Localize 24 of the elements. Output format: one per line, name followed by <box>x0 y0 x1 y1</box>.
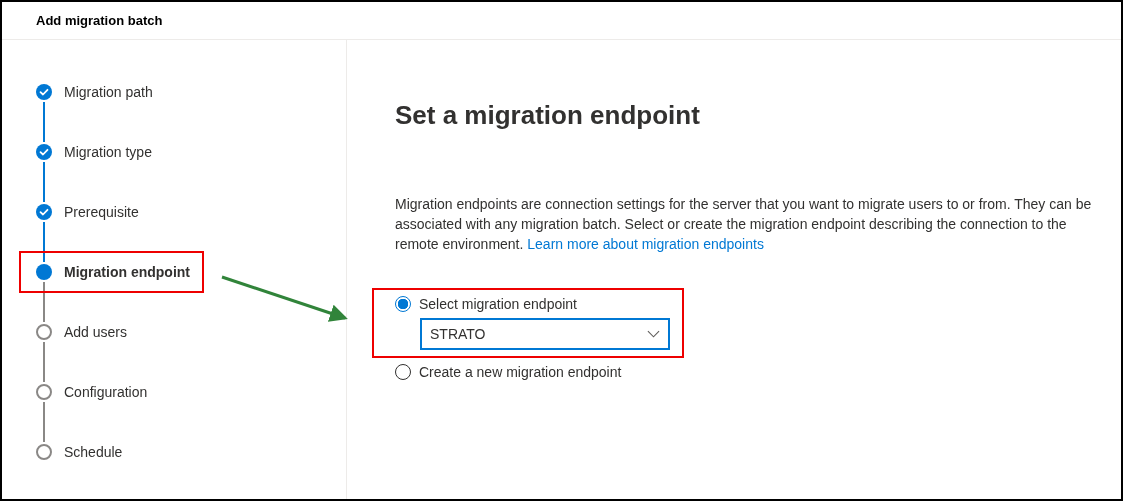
check-circle-icon <box>36 84 52 100</box>
check-circle-icon <box>36 204 52 220</box>
radio-button[interactable] <box>395 296 411 312</box>
step-label[interactable]: Add users <box>64 324 128 340</box>
radio-button[interactable] <box>395 364 411 380</box>
step-label[interactable]: Prerequisite <box>64 204 139 220</box>
step-label[interactable]: Schedule <box>64 444 123 460</box>
option-label[interactable]: Select migration endpoint <box>419 296 577 312</box>
step-label[interactable]: Migration type <box>64 144 152 160</box>
dialog-title: Add migration batch <box>36 13 163 28</box>
learn-more-link[interactable]: Learn more about migration endpoints <box>527 236 764 252</box>
empty-circle-icon <box>36 444 52 460</box>
page-heading: Set a migration endpoint <box>395 99 701 132</box>
step-label[interactable]: Configuration <box>64 384 148 400</box>
step-label[interactable]: Migration endpoint <box>64 264 190 280</box>
check-circle-icon <box>36 144 52 160</box>
empty-circle-icon <box>36 384 52 400</box>
chevron-down-icon <box>647 330 660 338</box>
empty-circle-icon <box>36 324 52 340</box>
endpoint-dropdown[interactable]: STRATO <box>420 318 670 350</box>
step-label[interactable]: Migration path <box>64 84 153 100</box>
description-text: Migration endpoints are connection settings for the server that you want to migrate users to or from. They can be associated with any migration batch. Select or create the migration endpoint describing the connection to the remote environment. Learn more about migration endpoints <box>395 195 1093 254</box>
current-step-icon <box>36 264 52 280</box>
option-label[interactable]: Create a new migration endpoint <box>419 364 622 380</box>
